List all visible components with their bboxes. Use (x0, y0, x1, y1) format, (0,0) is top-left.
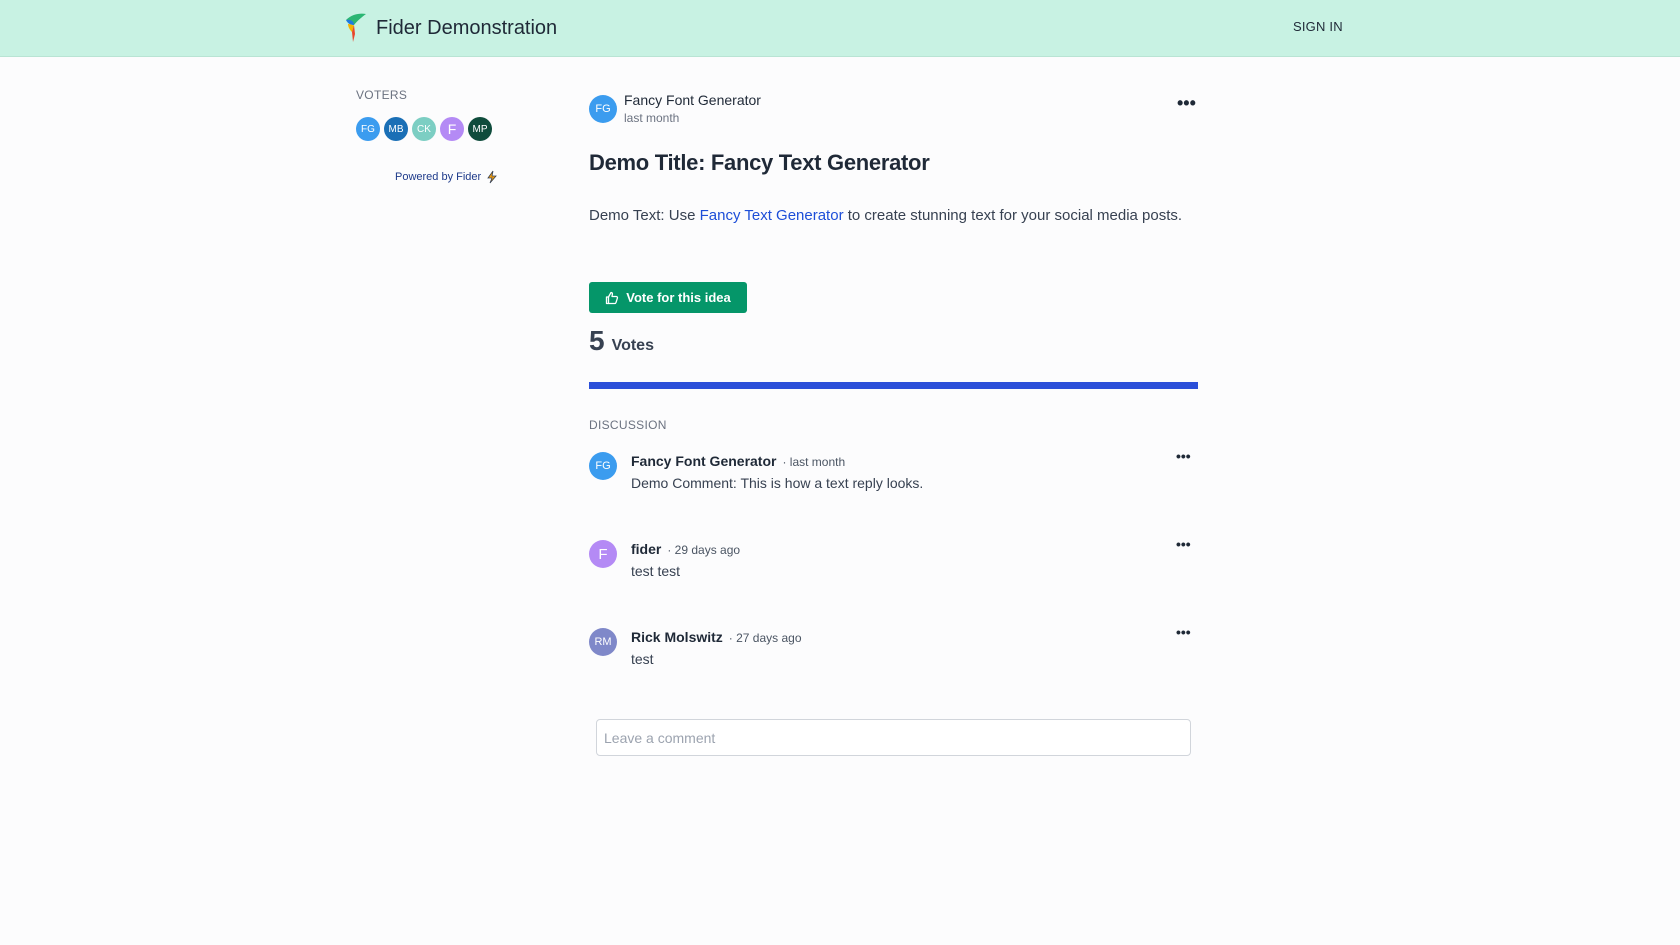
thumbs-up-icon (606, 291, 619, 304)
comment-header: fider · 29 days ago (631, 541, 740, 557)
description-text: Demo Text: Use (589, 207, 700, 224)
comment-body: test (631, 651, 654, 667)
post-description: Demo Text: Use Fancy Text Generator to c… (589, 207, 1182, 224)
comment-options-button[interactable]: ••• (1176, 448, 1191, 464)
comment-time: · 27 days ago (728, 631, 802, 645)
comment-body: test test (631, 563, 681, 579)
comment-body: Demo Comment: This is how a text reply l… (631, 475, 924, 491)
author-avatar[interactable]: FG (589, 94, 617, 123)
author-name: Fancy Font Generator (624, 92, 761, 108)
vote-progress-bar (589, 382, 1198, 389)
comment-time: · last month (782, 455, 846, 469)
voter-avatar[interactable]: FG (356, 117, 380, 141)
voters-list: FG MB CK F MP (356, 117, 492, 141)
post-time: last month (624, 111, 680, 125)
powered-by-link[interactable]: Powered by Fider (395, 170, 499, 184)
brand[interactable]: Fider Demonstration (342, 12, 557, 44)
comment-input[interactable] (596, 719, 1191, 756)
votes-count: 5 Votes (589, 325, 654, 357)
post-author: FG Fancy Font Generator last month (589, 91, 761, 126)
comment-options-button[interactable]: ••• (1176, 624, 1191, 640)
vote-button-label: Vote for this idea (626, 290, 731, 305)
post-title: Demo Title: Fancy Text Generator (589, 150, 930, 175)
comment-avatar[interactable]: RM (589, 628, 617, 656)
comment-author: fider (631, 541, 662, 557)
description-text: to create stunning text for your social … (843, 207, 1183, 224)
votes-label: Votes (611, 337, 654, 354)
comment-header: Rick Molswitz · 27 days ago (631, 629, 802, 645)
lightning-bolt-icon (487, 170, 498, 184)
description-link[interactable]: Fancy Text Generator (700, 207, 844, 224)
voter-avatar[interactable]: F (440, 117, 464, 141)
voters-heading: VOTERS (356, 88, 408, 102)
comment-time: · 29 days ago (667, 543, 741, 557)
powered-by-label: Powered by Fider (395, 171, 482, 183)
sign-in-link[interactable]: SIGN IN (1293, 19, 1343, 34)
author-meta: Fancy Font Generator last month (624, 91, 761, 126)
post-options-button[interactable]: ••• (1177, 93, 1196, 114)
voter-avatar[interactable]: CK (412, 117, 436, 141)
top-header: Fider Demonstration SIGN IN (0, 0, 1680, 57)
votes-number: 5 (589, 325, 605, 356)
comment-header: Fancy Font Generator · last month (631, 453, 845, 469)
vote-progress-fill (589, 382, 1198, 389)
app-title: Fider Demonstration (376, 17, 558, 39)
comment-author: Rick Molswitz (631, 629, 723, 645)
fider-logo-icon (346, 13, 366, 42)
comment-options-button[interactable]: ••• (1176, 536, 1191, 552)
vote-button[interactable]: Vote for this idea (589, 282, 747, 313)
voter-avatar[interactable]: MP (468, 117, 492, 141)
discussion-heading: DISCUSSION (589, 418, 667, 432)
voter-avatar[interactable]: MB (384, 117, 408, 141)
comment-author: Fancy Font Generator (631, 453, 777, 469)
comment-avatar[interactable]: FG (589, 452, 617, 480)
comment-avatar[interactable]: F (589, 540, 617, 568)
